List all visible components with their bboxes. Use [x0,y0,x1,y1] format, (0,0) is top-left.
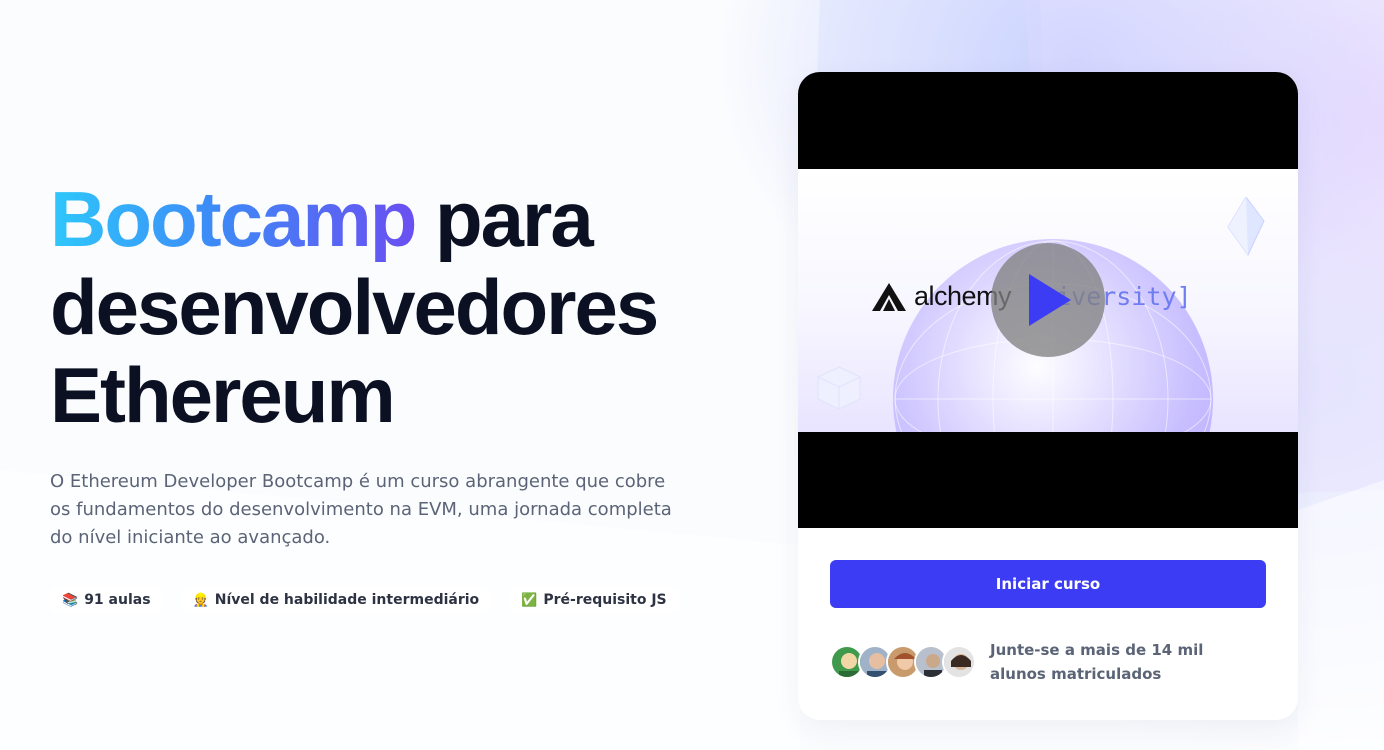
construction-worker-icon: 👷 [192,592,209,608]
hero-heading-block: Bootcamp para desenvolvedores Ethereum [50,175,710,439]
video-player[interactable]: alchemy niversity] [798,72,1298,528]
alchemy-logo-icon [872,282,906,311]
title-highlight: Bootcamp [50,175,417,263]
play-button[interactable] [991,243,1105,357]
course-description: O Ethereum Developer Bootcamp é um curso… [50,471,672,548]
play-icon [1029,274,1071,326]
avatar [942,645,976,679]
avatar-group [830,645,976,679]
chip-prerequisite: ✅ Pré-requisito JS [509,586,679,614]
course-card: alchemy niversity] Iniciar curso Junte-s… [798,72,1298,720]
chip-lessons: 📚 91 aulas [50,586,163,614]
title-part-2: desenvolvedores [50,263,659,351]
chip-prerequisite-label: Pré-requisito JS [543,592,667,608]
enrollment-count-text: Junte-se a mais de 14 mil alunos matricu… [990,641,1204,683]
cube-icon [817,366,861,410]
books-icon: 📚 [62,592,79,608]
chip-skill-level: 👷 Nível de habilidade intermediário [180,586,492,614]
chip-lessons-label: 91 aulas [84,592,151,608]
enrollment-social-proof: Junte-se a mais de 14 mil alunos matricu… [830,638,1260,686]
course-facts: 📚 91 aulas 👷 Nível de habilidade interme… [50,586,679,614]
video-thumbnail: alchemy niversity] [798,169,1298,432]
title-part-1: para [415,175,594,263]
page-title: Bootcamp para desenvolvedores Ethereum [50,175,710,439]
chip-skill-level-label: Nível de habilidade intermediário [214,592,480,608]
check-mark-icon: ✅ [521,592,538,608]
crystal-icon [1227,197,1265,256]
title-part-3: Ethereum [50,351,396,439]
start-course-button[interactable]: Iniciar curso [830,560,1266,608]
